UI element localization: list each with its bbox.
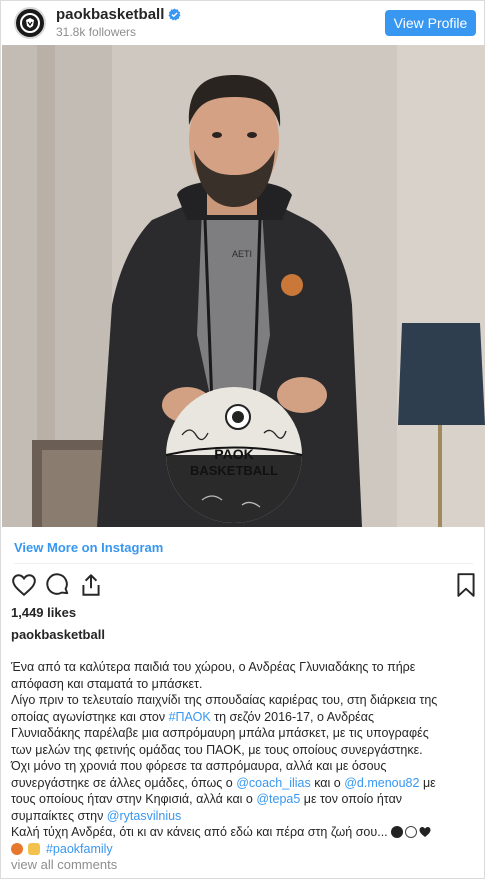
mention-coach-ilias[interactable]: @coach_ilias [236,776,311,790]
post-photo[interactable]: PAOK BASKETBALL AETI [2,45,485,527]
caption-text-segment: συνεργάστηκε σε άλλες ομάδες, όπως ο [11,775,237,790]
username-row: paokbasketball [56,6,181,23]
ball-text-paok: PAOK [214,446,253,462]
comment-icon[interactable] [45,572,71,598]
caption-line: Ένα από τα καλύτερα παιδιά του χώρου, ο … [11,660,416,674]
bookmark-icon[interactable] [453,572,479,598]
hashtag-paok[interactable]: #ΠΑΟΚ [169,710,211,724]
hashtag-paokfamily[interactable]: #paokfamily [46,842,113,856]
caption-text: Ένα από τα καλύτερα παιδιά του χώρου, ο … [11,659,476,857]
basketball-emoji-icon [11,842,23,855]
caption-line: οποίας αγωνίστηκε και στον #ΠΑΟΚ τη σεζό… [11,709,476,726]
caption-line: τους οποίους ήταν στην Κηφισιά, αλλά και… [11,791,476,808]
verified-badge-icon [168,8,181,21]
username[interactable]: paokbasketball [56,6,164,23]
mention-d-menou82[interactable]: @d.menou82 [344,776,419,790]
photo-illustration: PAOK BASKETBALL AETI [2,45,485,527]
caption-line: Καλή τύχη Ανδρέα, ότι κι αν κάνεις από ε… [11,824,476,841]
caption-text-segment: και ο [310,775,345,790]
caption-line: των μελών της φετινής ομάδας του ΠΑΟΚ, μ… [11,742,423,757]
caption-line: Γλυνιαδάκης παρέλαβε μια ασπρόμαυρη μπάλ… [11,726,429,740]
heart-icon[interactable] [11,572,37,598]
mention-rytasvilnius[interactable]: @rytasvilnius [107,809,182,823]
shirt-text: AETI [232,249,252,259]
white-circle-emoji-icon [405,826,418,838]
share-icon[interactable] [78,572,104,598]
caption-text-segment: τους οποίους ήταν στην Κηφισιά, αλλά και… [11,792,257,806]
caption-text-segment: τη σεζόν 2016-17, ο Ανδρέας [210,709,374,724]
caption-line: συνεργάστηκε σε άλλες ομάδες, όπως ο @co… [11,775,476,792]
view-profile-button[interactable]: View Profile [385,10,476,36]
instagram-embed-card: paokbasketball 31.8k followers View Prof… [0,0,485,879]
view-more-link[interactable]: View More on Instagram [14,540,163,555]
praying-hands-emoji-icon [28,842,41,855]
caption-line: Λίγο πριν το τελευταίο παιχνίδι της σπου… [11,693,438,707]
caption-text-segment: συμπαίκτες στην [11,808,107,823]
paok-crest-icon [20,13,40,33]
caption-line: απόφαση και σταματά το μπάσκετ. [11,676,203,691]
caption-text-segment: Καλή τύχη Ανδρέα, ότι κι αν κάνεις από ε… [11,825,388,839]
black-circle-emoji-icon [391,826,404,838]
ball-text-basketball: BASKETBALL [190,463,278,478]
post-header: paokbasketball 31.8k followers View Prof… [1,1,484,45]
user-block: paokbasketball 31.8k followers [56,6,181,39]
mention-tepa5[interactable]: @tepa5 [256,792,300,806]
follower-count: 31.8k followers [56,25,137,39]
like-count[interactable]: 1,449 likes [11,605,76,620]
action-bar [11,572,475,600]
caption-line: #paokfamily [11,841,476,858]
caption-text-segment: με τον οποίο ήταν [300,792,403,806]
caption-line: συμπαίκτες στην @rytasvilnius [11,808,476,825]
divider [14,563,473,564]
caption-text-segment: οποίας αγωνίστηκε και στον [11,709,169,724]
view-all-comments-link[interactable]: view all comments [11,857,117,872]
caption-username[interactable]: paokbasketball [11,627,105,642]
avatar[interactable] [14,7,46,39]
caption-text-segment: με [419,775,436,790]
caption-line: Όχι μόνο τη χρονιά που φόρεσε τα ασπρόμα… [11,759,387,773]
black-heart-emoji-icon [419,826,431,838]
